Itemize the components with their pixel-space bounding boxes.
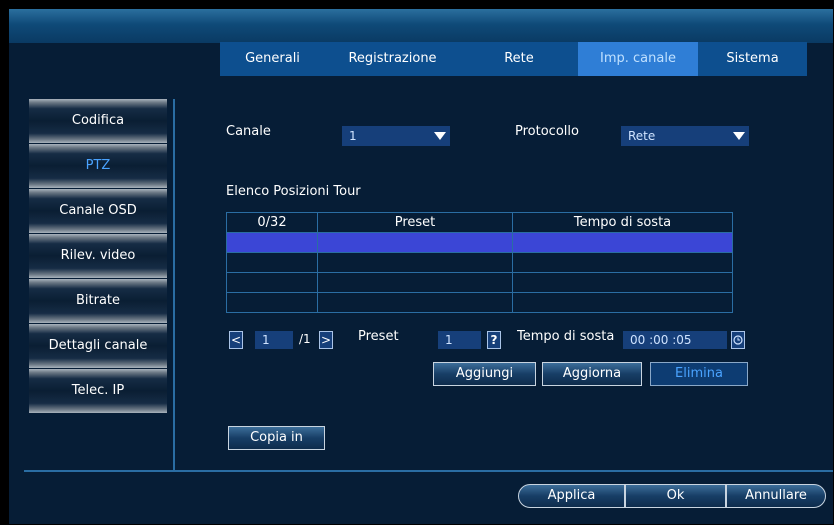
column-header-dwell: Tempo di sosta [512, 212, 733, 233]
table-cell [317, 232, 513, 253]
clock-button[interactable] [731, 331, 745, 349]
protocol-label: Protocollo [515, 124, 579, 139]
chevron-left-icon: < [230, 333, 242, 347]
tab-bar: Generali Registrazione Rete Imp. canale … [220, 42, 807, 76]
update-button[interactable]: Aggiorna [542, 362, 642, 386]
question-mark-icon: ? [490, 333, 498, 347]
add-button[interactable]: Aggiungi [433, 362, 536, 386]
table-cell [512, 252, 733, 273]
tab-rete[interactable]: Rete [460, 42, 578, 76]
sidebar-item-ptz[interactable]: PTZ [29, 144, 167, 188]
preset-input[interactable]: 1 [438, 331, 481, 349]
chevron-down-icon [733, 132, 745, 140]
channel-value: 1 [349, 129, 357, 143]
delete-button[interactable]: Elimina [650, 362, 748, 386]
clock-icon [733, 335, 743, 345]
table-row[interactable] [226, 272, 733, 293]
table-cell [317, 252, 513, 273]
ok-button[interactable]: Ok [625, 484, 726, 508]
channel-select[interactable]: 1 [342, 126, 450, 146]
chevron-down-icon [434, 132, 446, 140]
sidebar-item-dettagli-canale[interactable]: Dettagli canale [29, 324, 167, 368]
sidebar-item-canale-osd[interactable]: Canale OSD [29, 189, 167, 233]
table-cell [226, 232, 318, 253]
table-cell [226, 292, 318, 313]
dwell-time-input[interactable]: 00 :00 :05 [623, 331, 727, 349]
copy-to-button[interactable]: Copia in [228, 426, 325, 450]
table-cell [317, 272, 513, 293]
cancel-button[interactable]: Annullare [726, 484, 826, 508]
help-button[interactable]: ? [487, 331, 501, 349]
sidebar-item-bitrate[interactable]: Bitrate [29, 279, 167, 323]
sidebar-divider [173, 99, 175, 472]
chevron-right-icon: > [320, 333, 332, 347]
page-total: /1 [299, 332, 311, 346]
table-cell [226, 252, 318, 273]
protocol-select[interactable]: Rete [621, 126, 749, 146]
tab-sistema[interactable]: Sistema [698, 42, 807, 76]
sidebar-item-rilev-video[interactable]: Rilev. video [29, 234, 167, 278]
apply-button[interactable]: Applica [518, 484, 625, 508]
preset-label: Preset [358, 329, 399, 344]
column-header-preset: Preset [317, 212, 513, 233]
settings-window: Generali Registrazione Rete Imp. canale … [9, 9, 833, 524]
table-row[interactable] [226, 292, 733, 313]
tab-registrazione[interactable]: Registrazione [325, 42, 460, 76]
tour-table: 0/32 Preset Tempo di sosta [226, 212, 733, 313]
next-page-button[interactable]: > [319, 331, 333, 349]
tab-generali[interactable]: Generali [220, 42, 325, 76]
sidebar-item-codifica[interactable]: Codifica [29, 99, 167, 143]
title-bar [9, 9, 833, 43]
table-cell [317, 292, 513, 313]
protocol-value: Rete [628, 129, 656, 143]
sidebar-item-telec-ip[interactable]: Telec. IP [29, 369, 167, 413]
footer-divider [24, 470, 833, 472]
table-cell [512, 232, 733, 253]
prev-page-button[interactable]: < [229, 331, 243, 349]
tour-list-label: Elenco Posizioni Tour [226, 184, 361, 199]
table-cell [512, 272, 733, 293]
dwell-label: Tempo di sosta [517, 329, 615, 344]
table-row[interactable] [226, 252, 733, 273]
column-header-count: 0/32 [226, 212, 318, 233]
table-cell [226, 272, 318, 293]
page-input[interactable]: 1 [255, 331, 293, 349]
channel-label: Canale [226, 124, 271, 139]
table-row[interactable] [226, 232, 733, 253]
table-cell [512, 292, 733, 313]
table-header-row: 0/32 Preset Tempo di sosta [226, 212, 733, 233]
tab-imp-canale[interactable]: Imp. canale [578, 42, 698, 76]
